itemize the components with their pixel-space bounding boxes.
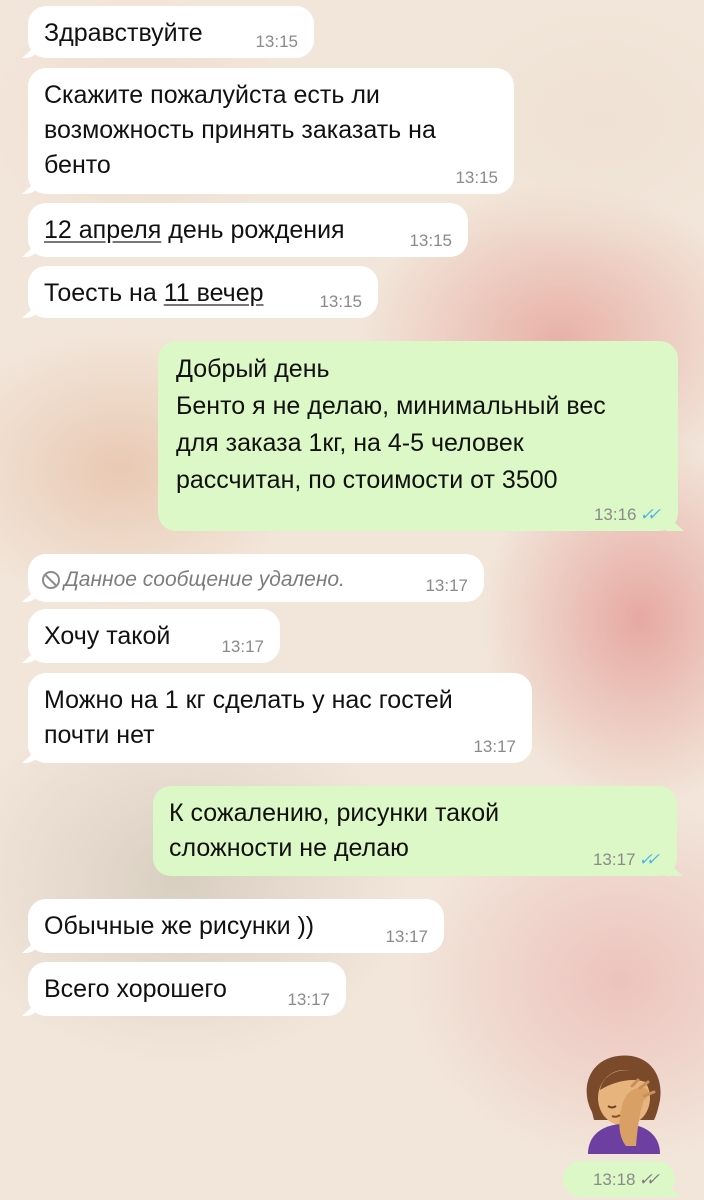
message-time: 13:18 ✓✓ (593, 1170, 661, 1190)
message-text: К сожалению, рисунки такой сложности не … (169, 799, 500, 862)
message-bubble-outgoing[interactable]: 13:18 ✓✓ (563, 1161, 675, 1197)
message-text-start: Тоесть на (44, 279, 164, 307)
message-time: 13:17 ✓✓ (593, 850, 661, 870)
message-bubble-incoming[interactable]: Здравствуйте 13:15 (28, 6, 314, 58)
message-time: 13:15 (455, 168, 498, 187)
message-time: 13:17 (287, 990, 330, 1009)
message-time: 13:17 (425, 576, 468, 595)
message-text: Можно на 1 кг сделать у нас гостей почти… (44, 686, 453, 749)
message-bubble-outgoing[interactable]: К сожалению, рисунки такой сложности не … (153, 786, 677, 876)
double-check-read-icon: ✓✓ (639, 505, 661, 524)
message-bubble-incoming[interactable]: Тоесть на 11 вечер 13:15 (28, 266, 378, 318)
message-time: 13:15 (255, 32, 298, 51)
message-time: 13:17 (385, 927, 428, 946)
message-time: 13:17 (221, 637, 264, 656)
message-time: 13:15 (409, 231, 452, 250)
message-bubble-incoming[interactable]: Хочу такой 13:17 (28, 609, 280, 663)
message-bubble-incoming[interactable]: Можно на 1 кг сделать у нас гостей почти… (28, 673, 532, 763)
message-bubble-incoming[interactable]: Скажите пожалуйста есть ли возможность п… (28, 68, 514, 194)
message-text: Обычные же рисунки )) (44, 912, 315, 940)
message-bubble-incoming[interactable]: Всего хорошего 13:17 (28, 962, 346, 1016)
deleted-message-text: Данное сообщение удалено. (64, 568, 345, 591)
message-bubble-incoming[interactable]: 12 апреля день рождения 13:15 (28, 203, 468, 257)
message-time: 13:15 (319, 292, 362, 311)
message-time: 13:16 ✓✓ (594, 505, 662, 525)
message-text: Добрый день Бенто я не делаю, минимальны… (176, 355, 606, 494)
date-link[interactable]: 12 апреля (44, 216, 161, 244)
message-text: Скажите пожалуйста есть ли возможность п… (44, 81, 436, 179)
message-time: 13:17 (473, 737, 516, 756)
message-text: Данное сообщение удалено. (42, 562, 470, 597)
message-text-rest: день рождения (161, 216, 345, 244)
message-bubble-outgoing[interactable]: Добрый день Бенто я не делаю, минимальны… (158, 341, 678, 531)
message-bubble-deleted[interactable]: Данное сообщение удалено. 13:17 (28, 554, 484, 602)
message-text: Тоесть на 11 вечер (44, 276, 362, 311)
date-link[interactable]: 11 вечер (164, 279, 264, 307)
message-bubble-incoming[interactable]: Обычные же рисунки )) 13:17 (28, 899, 444, 953)
double-check-read-icon: ✓✓ (638, 850, 660, 869)
woman-facepalming-emoji[interactable] (574, 1050, 674, 1155)
message-time-value: 13:16 (593, 505, 637, 524)
double-check-delivered-icon: ✓✓ (638, 1170, 660, 1189)
message-text: 12 апреля день рождения (44, 213, 452, 248)
message-time-value: 13:18 (592, 1170, 636, 1189)
message-time-value: 13:17 (592, 850, 636, 869)
prohibited-icon (42, 571, 60, 589)
